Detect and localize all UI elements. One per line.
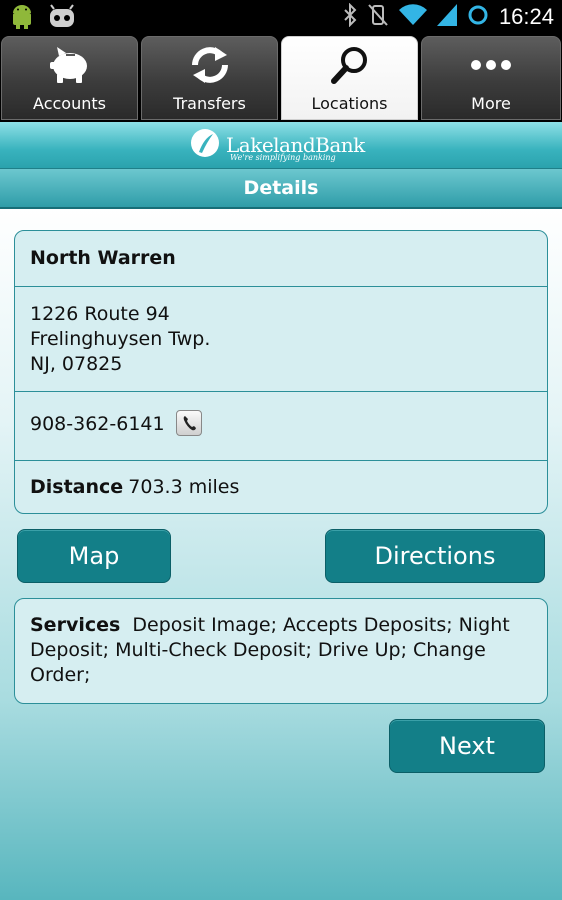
bluetooth-icon bbox=[343, 2, 357, 31]
sync-ring-icon bbox=[467, 4, 489, 30]
location-name-row: North Warren bbox=[15, 231, 547, 286]
next-button[interactable]: Next bbox=[389, 719, 545, 773]
page-title-bar: Details bbox=[0, 168, 562, 209]
tab-transfers[interactable]: Transfers bbox=[141, 36, 278, 120]
transfer-arrows-icon bbox=[142, 45, 277, 85]
magnifier-icon bbox=[282, 45, 417, 85]
piggy-bank-icon bbox=[2, 45, 137, 85]
map-button[interactable]: Map bbox=[17, 529, 171, 583]
tab-accounts[interactable]: Accounts bbox=[1, 36, 138, 120]
more-dots-icon bbox=[422, 45, 560, 85]
tab-locations[interactable]: Locations bbox=[281, 36, 418, 120]
services-card: Services Deposit Image; Accepts Deposits… bbox=[14, 598, 548, 704]
address-line: 1226 Route 94 bbox=[30, 303, 170, 325]
bank-logo: LakelandBank We're simplifying banking bbox=[190, 128, 365, 162]
distance-row: Distance 703.3 miles bbox=[15, 460, 547, 513]
directions-button[interactable]: Directions bbox=[325, 529, 545, 583]
leaf-logo-icon bbox=[190, 128, 220, 162]
android-robot-icon bbox=[10, 4, 34, 34]
clock: 16:24 bbox=[498, 4, 554, 29]
cyanogen-mascot-icon bbox=[48, 4, 76, 34]
location-name: North Warren bbox=[30, 247, 176, 269]
call-button[interactable] bbox=[175, 409, 202, 436]
tab-bar: Accounts Transfers Locations More bbox=[0, 34, 562, 122]
wifi-icon bbox=[398, 4, 427, 30]
services-label: Services bbox=[30, 614, 121, 636]
brand-header: LakelandBank We're simplifying banking bbox=[0, 122, 562, 168]
tab-more[interactable]: More bbox=[421, 36, 561, 120]
distance-value: 703.3 miles bbox=[128, 476, 240, 498]
vibrate-off-icon bbox=[367, 3, 389, 31]
status-bar: 16:24 bbox=[0, 0, 562, 34]
tab-label: Transfers bbox=[173, 94, 246, 113]
address-row: 1226 Route 94 Frelinghuysen Twp. NJ, 078… bbox=[15, 286, 547, 391]
phone-row: 908-362-6141 bbox=[15, 391, 547, 460]
address-line: NJ, 07825 bbox=[30, 353, 123, 375]
distance-label: Distance bbox=[30, 476, 124, 498]
services-text: Services Deposit Image; Accepts Deposits… bbox=[30, 613, 532, 688]
tab-label: More bbox=[471, 94, 511, 113]
tab-label: Accounts bbox=[33, 94, 106, 113]
phone-handset-icon bbox=[183, 415, 196, 430]
tab-label: Locations bbox=[311, 94, 388, 113]
page-title: Details bbox=[243, 177, 319, 199]
phone-number[interactable]: 908-362-6141 bbox=[30, 413, 165, 435]
location-details-card: North Warren 1226 Route 94 Frelinghuysen… bbox=[14, 230, 548, 514]
address-line: Frelinghuysen Twp. bbox=[30, 328, 211, 350]
bank-tagline: We're simplifying banking bbox=[230, 153, 336, 162]
signal-icon bbox=[436, 4, 457, 30]
